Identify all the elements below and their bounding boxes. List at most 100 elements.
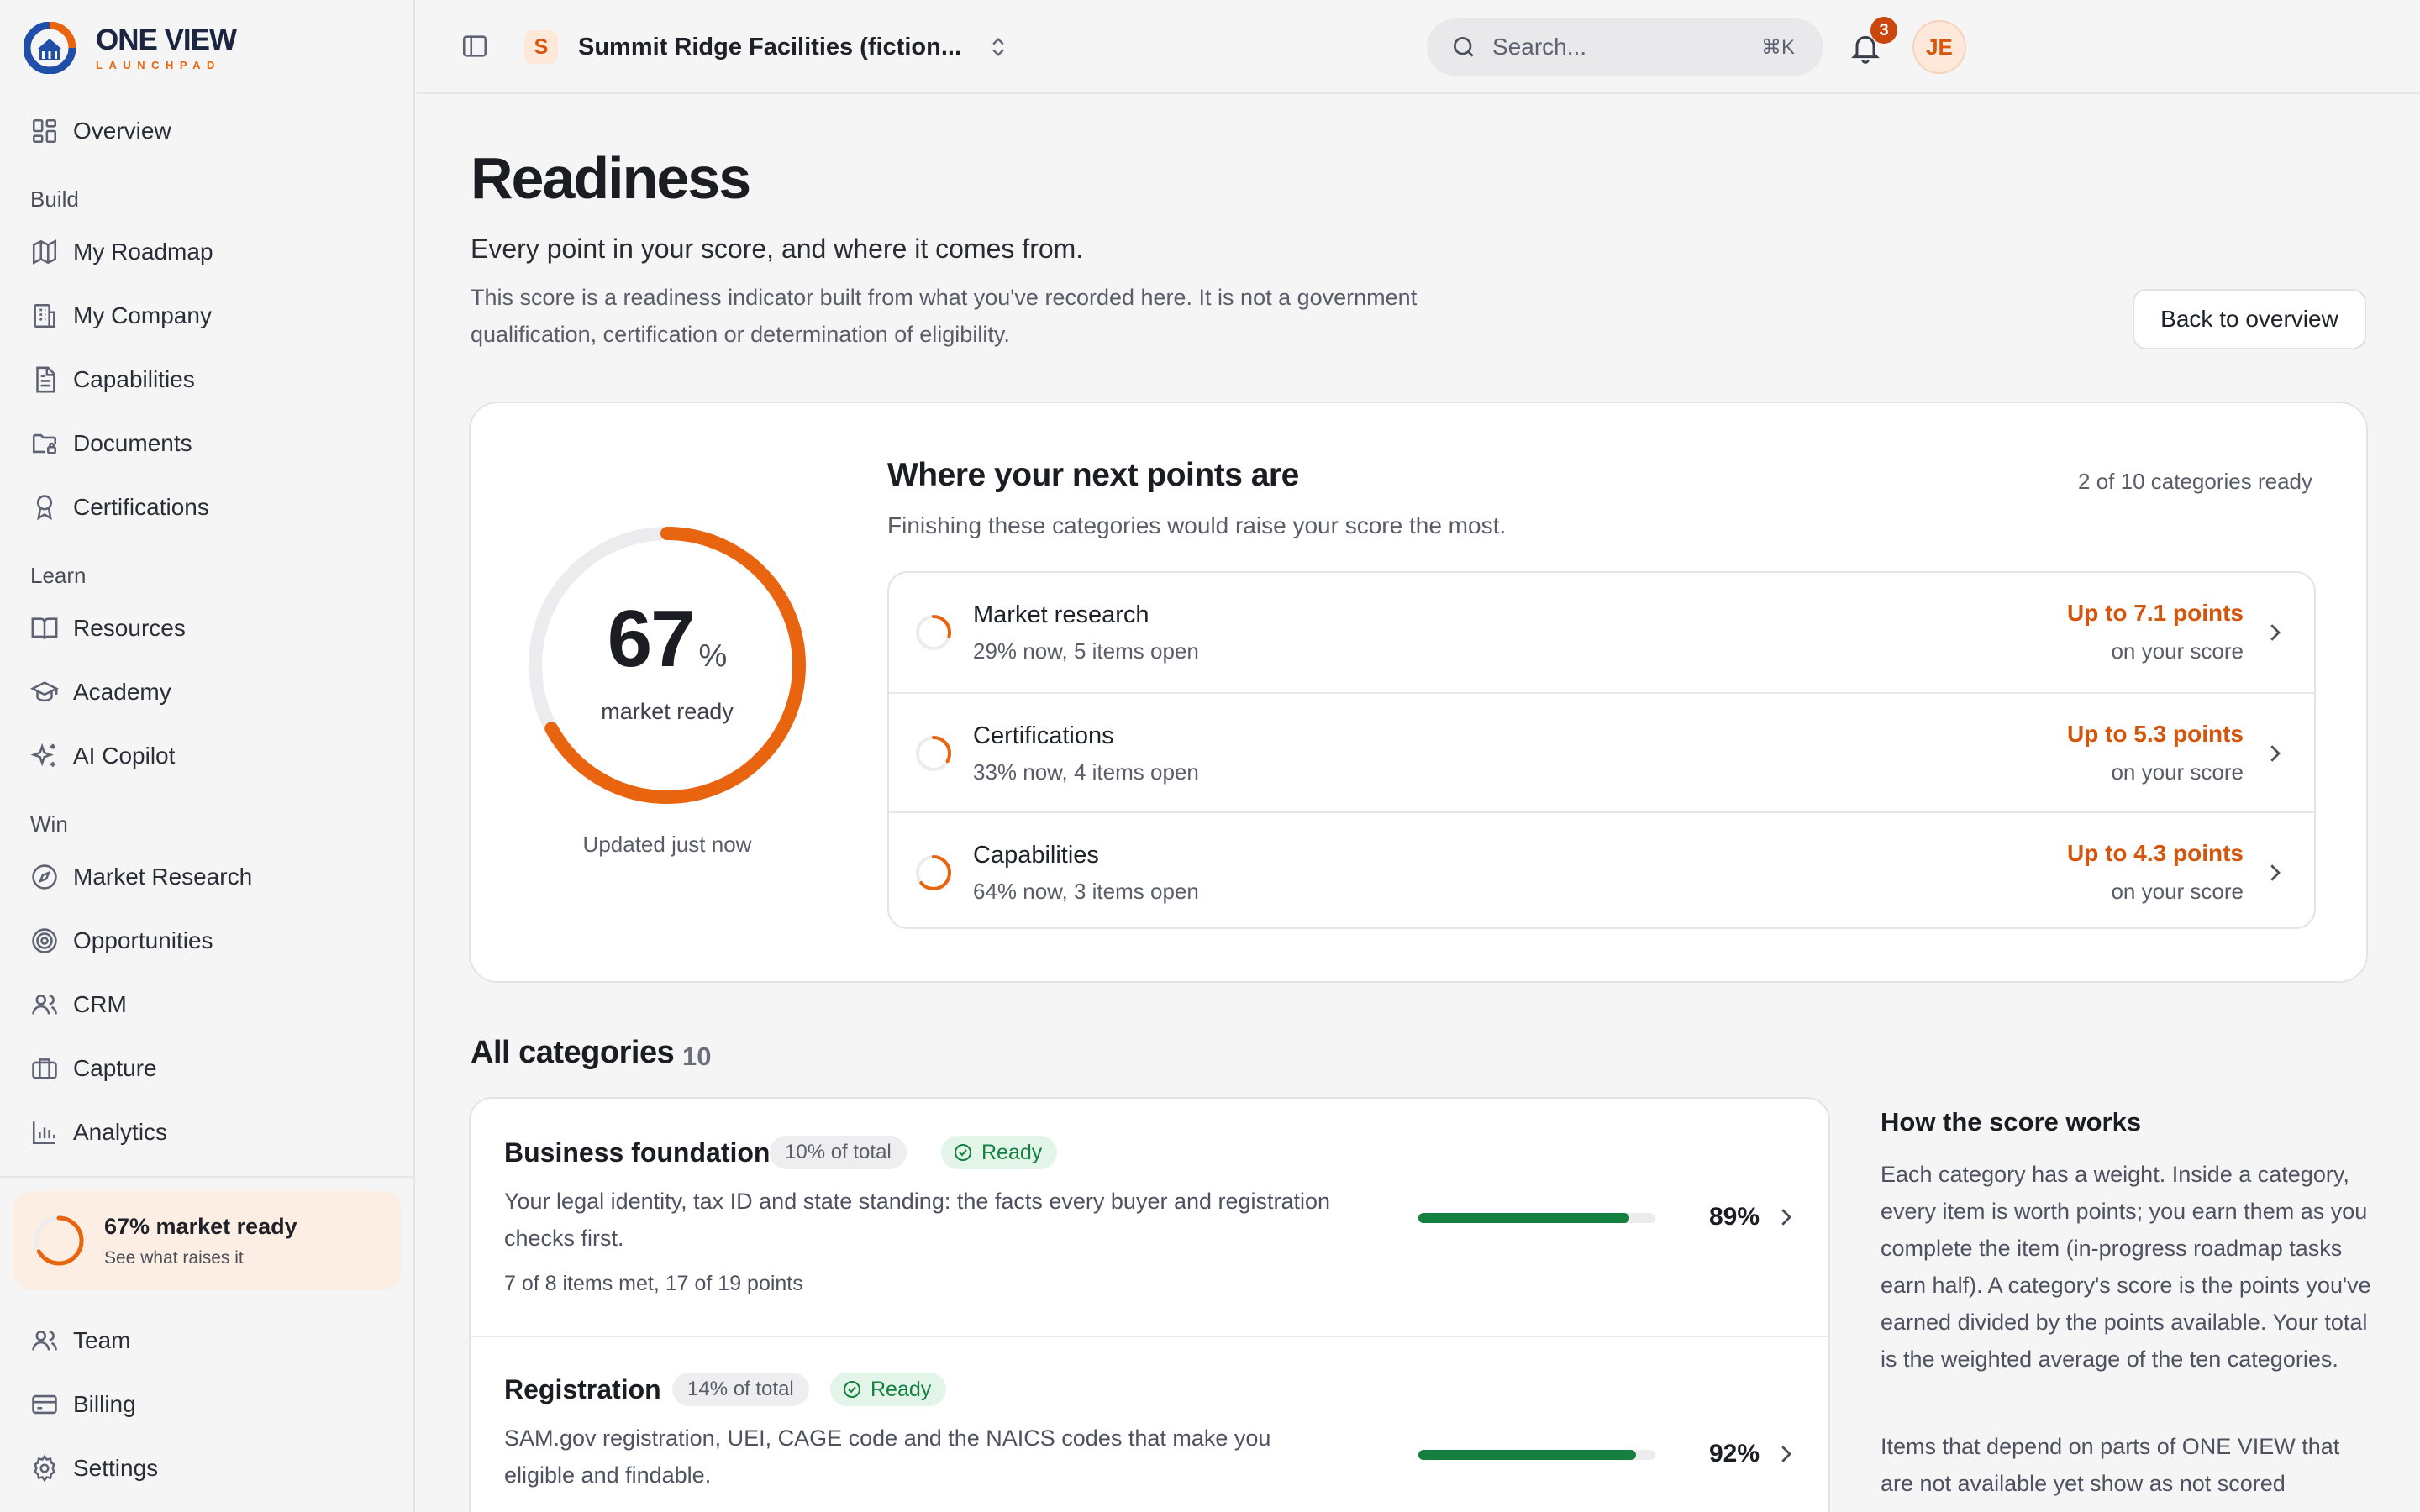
- sidebar-item-label: Settings: [73, 1455, 159, 1481]
- progress-ring-icon: [916, 855, 951, 890]
- sidebar-item-label: Academy: [73, 679, 171, 705]
- sidebar-item-certifications[interactable]: Certifications: [18, 482, 397, 533]
- score-card: 67% market ready Updated just now Where …: [469, 402, 2368, 983]
- chevron-right-icon: [2270, 745, 2281, 762]
- sidebar-item-analytics[interactable]: Analytics: [18, 1107, 397, 1158]
- category-description: SAM.gov registration, UEI, CAGE code and…: [504, 1425, 1271, 1488]
- sidebar-item-label: Certifications: [73, 494, 209, 520]
- category-meta: 7 of 8 items met, 17 of 19 points: [504, 1272, 803, 1295]
- brand-subtitle: LAUNCHPAD: [96, 59, 221, 71]
- score-updated: Updated just now: [582, 832, 752, 857]
- back-to-overview-button[interactable]: Back to overview: [2133, 289, 2366, 349]
- category-description: Your legal identity, tax ID and state st…: [504, 1189, 1331, 1251]
- next-point-row-capabilities[interactable]: Capabilities 64% now, 3 items open Up to…: [889, 811, 2314, 927]
- sidebar-item-label: AI Copilot: [73, 743, 176, 769]
- how-score-works-paragraph: Each category has a weight. Inside a cat…: [1881, 1162, 2371, 1372]
- ready-progress-ring: [34, 1215, 84, 1266]
- score-label: market ready: [601, 699, 734, 724]
- score-value: 67: [607, 594, 696, 684]
- sidebar-item-resources[interactable]: Resources: [18, 603, 397, 654]
- points-caption: on your score: [2111, 879, 2244, 904]
- sidebar-item-label: Opportunities: [73, 927, 213, 953]
- brand-logo[interactable]: ONE VIEW LAUNCHPAD: [24, 18, 237, 77]
- sidebar-item-capture[interactable]: Capture: [18, 1043, 397, 1094]
- search-input[interactable]: Search... ⌘K: [1427, 18, 1823, 76]
- category-name: Business foundation: [504, 1137, 771, 1168]
- categories-ready-count: 2 of 10 categories ready: [2078, 469, 2312, 494]
- compass-icon: [32, 864, 57, 890]
- category-progress-fill: [1418, 1213, 1629, 1223]
- sidebar-section-win: Win: [30, 811, 68, 837]
- status-badge: Ready: [941, 1136, 1058, 1169]
- sidebar-item-my-company[interactable]: My Company: [18, 291, 397, 341]
- next-point-row-market-research[interactable]: Market research 29% now, 5 items open Up…: [889, 573, 2314, 692]
- users-icon: [32, 1331, 57, 1351]
- chevron-up-down-icon: [992, 38, 1004, 56]
- category-name: Market research: [973, 601, 1150, 628]
- sidebar-item-label: Team: [73, 1327, 131, 1353]
- notification-badge: 3: [1870, 17, 1897, 44]
- category-row-registration[interactable]: Registration 14% of total Ready SAM.gov …: [471, 1336, 1828, 1512]
- sidebar-item-label: Billing: [73, 1391, 136, 1417]
- search-shortcut: ⌘K: [1760, 35, 1795, 59]
- market-ready-card[interactable]: 67% market ready See what raises it: [13, 1191, 402, 1290]
- sidebar-item-ai-copilot[interactable]: AI Copilot: [18, 731, 397, 781]
- organization-switcher[interactable]: S Summit Ridge Facilities (fiction...: [524, 24, 1010, 71]
- user-avatar[interactable]: JE: [1912, 20, 1966, 74]
- category-status: 64% now, 3 items open: [973, 879, 1199, 904]
- next-points-subtitle: Finishing these categories would raise y…: [887, 512, 1507, 538]
- category-weight-badge: 10% of total: [770, 1136, 907, 1169]
- category-status: 33% now, 4 items open: [973, 759, 1199, 785]
- sidebar-section-build: Build: [30, 186, 79, 212]
- top-bar: S Summit Ridge Facilities (fiction...: [417, 0, 2420, 94]
- sidebar-item-settings[interactable]: Settings: [18, 1443, 397, 1494]
- sparkles-icon: [30, 743, 55, 767]
- points-available: Up to 7.1 points: [2067, 600, 2244, 626]
- sidebar-item-academy[interactable]: Academy: [18, 667, 397, 717]
- status-label: Ready: [871, 1377, 932, 1401]
- sidebar-item-label: Capture: [73, 1055, 157, 1081]
- sidebar-item-capabilities[interactable]: Capabilities: [18, 354, 397, 405]
- page-description: This score is a readiness indicator buil…: [471, 285, 1418, 347]
- sidebar-item-label: My Company: [73, 302, 212, 328]
- category-name: Certifications: [973, 722, 1114, 749]
- map-icon: [32, 239, 57, 265]
- sidebar-item-my-roadmap[interactable]: My Roadmap: [18, 227, 397, 277]
- chevron-right-icon: [2270, 864, 2281, 881]
- sidebar-item-team[interactable]: Team: [18, 1315, 397, 1366]
- category-weight-badge: 14% of total: [672, 1373, 809, 1406]
- sidebar-section-learn: Learn: [30, 563, 87, 588]
- status-badge: Ready: [830, 1373, 947, 1406]
- search-placeholder: Search...: [1492, 34, 1587, 60]
- points-available: Up to 5.3 points: [2067, 721, 2244, 747]
- sidebar-item-label: Analytics: [73, 1119, 168, 1145]
- status-label: Ready: [981, 1140, 1043, 1164]
- category-percent: 89%: [1708, 1203, 1760, 1231]
- next-points-title: Where your next points are: [887, 457, 1299, 493]
- target-icon: [32, 928, 57, 953]
- how-score-works-paragraph: Items that depend on parts of ONE VIEW t…: [1881, 1434, 2340, 1496]
- gear-icon: [34, 1454, 55, 1483]
- sidebar-item-label: CRM: [73, 991, 127, 1017]
- check-circle-icon: [844, 1381, 860, 1398]
- category-row-business-foundation[interactable]: Business foundation 10% of total Ready Y…: [471, 1099, 1828, 1336]
- category-percent: 92%: [1708, 1440, 1760, 1467]
- sidebar-item-documents[interactable]: Documents: [18, 418, 397, 469]
- next-points-list: Market research 29% now, 5 items open Up…: [887, 571, 2316, 929]
- category-name: Capabilities: [973, 842, 1099, 869]
- next-point-row-certifications[interactable]: Certifications 33% now, 4 items open Up …: [889, 692, 2314, 811]
- building-icon: [34, 303, 55, 328]
- sidebar-item-overview[interactable]: Overview: [18, 106, 397, 156]
- bar-chart-icon: [32, 1121, 55, 1145]
- sidebar-item-crm[interactable]: CRM: [18, 979, 397, 1030]
- sidebar-item-billing[interactable]: Billing: [18, 1379, 397, 1430]
- org-name: Summit Ridge Facilities (fiction...: [578, 33, 961, 60]
- sidebar-item-opportunities[interactable]: Opportunities: [18, 916, 397, 966]
- brand-name: ONE VIEW: [96, 24, 237, 56]
- dashboard-icon: [32, 118, 57, 144]
- sidebar-toggle-icon[interactable]: [460, 32, 489, 60]
- sidebar-item-label: Resources: [73, 615, 186, 641]
- chevron-right-icon: [1781, 1209, 1791, 1226]
- ready-card-subtitle: See what raises it: [104, 1247, 244, 1268]
- sidebar-item-market-research[interactable]: Market Research: [18, 852, 397, 902]
